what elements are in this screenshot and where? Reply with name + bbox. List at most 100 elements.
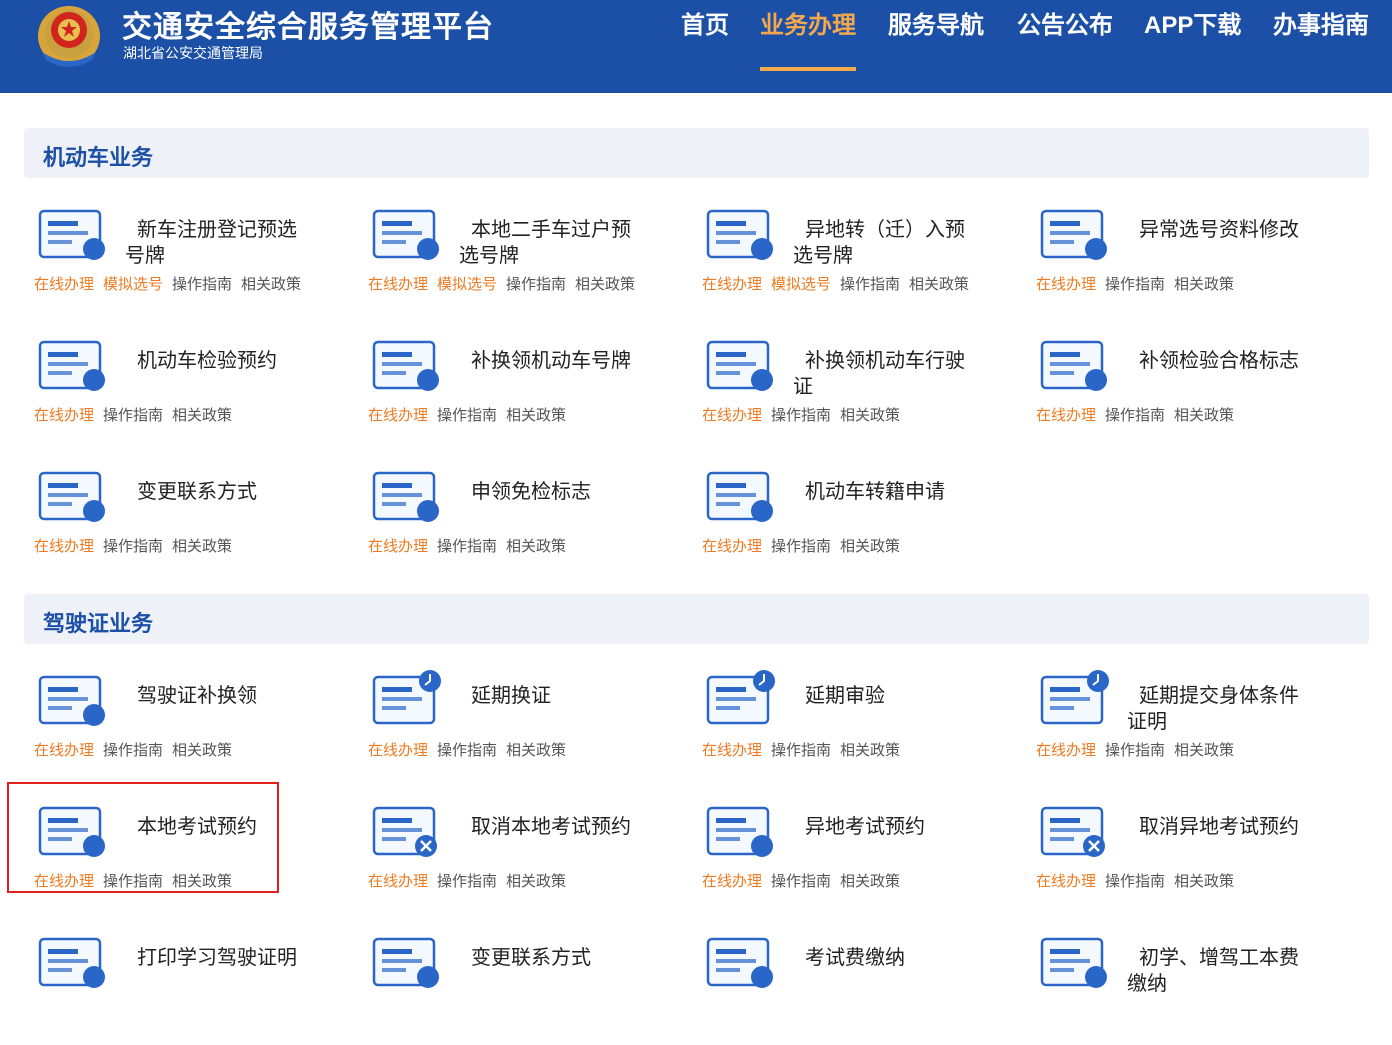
- operation-guide-link[interactable]: 操作指南: [437, 538, 497, 555]
- service-card[interactable]: 补领检验合格标志在线办理 操作指南 相关政策: [1036, 338, 1336, 448]
- related-policy-link[interactable]: 相关政策: [506, 538, 566, 555]
- simulate-select-link[interactable]: 模拟选号: [437, 276, 497, 293]
- online-handle-link[interactable]: 在线办理: [1036, 873, 1096, 890]
- service-card[interactable]: 异常选号资料修改在线办理 操作指南 相关政策: [1036, 207, 1336, 317]
- service-card-title[interactable]: 驾驶证补换领: [125, 683, 310, 709]
- related-policy-link[interactable]: 相关政策: [506, 742, 566, 759]
- service-card[interactable]: 补换领机动车行驶证在线办理 操作指南 相关政策: [702, 338, 1002, 448]
- operation-guide-link[interactable]: 操作指南: [437, 742, 497, 759]
- operation-guide-link[interactable]: 操作指南: [1105, 407, 1165, 424]
- online-handle-link[interactable]: 在线办理: [702, 407, 762, 424]
- service-card[interactable]: 取消异地考试预约在线办理 操作指南 相关政策: [1036, 804, 1336, 914]
- nav-home[interactable]: 首页: [681, 8, 729, 44]
- service-card-title[interactable]: 异地考试预约: [793, 814, 978, 840]
- service-card-title[interactable]: 考试费缴纳: [793, 945, 978, 971]
- online-handle-link[interactable]: 在线办理: [1036, 276, 1096, 293]
- operation-guide-link[interactable]: 操作指南: [506, 276, 566, 293]
- service-card-title[interactable]: 打印学习驾驶证明: [125, 945, 310, 971]
- online-handle-link[interactable]: 在线办理: [702, 742, 762, 759]
- service-card-title[interactable]: 取消本地考试预约: [459, 814, 644, 840]
- service-card[interactable]: 驾驶证补换领在线办理 操作指南 相关政策: [34, 673, 334, 783]
- related-policy-link[interactable]: 相关政策: [909, 276, 969, 293]
- service-card[interactable]: 延期提交身体条件证明在线办理 操作指南 相关政策: [1036, 670, 1336, 783]
- nav-business[interactable]: 业务办理: [760, 8, 856, 44]
- online-handle-link[interactable]: 在线办理: [34, 407, 94, 424]
- operation-guide-link[interactable]: 操作指南: [103, 538, 163, 555]
- related-policy-link[interactable]: 相关政策: [840, 407, 900, 424]
- service-card-title[interactable]: 取消异地考试预约: [1127, 814, 1312, 840]
- online-handle-link[interactable]: 在线办理: [368, 276, 428, 293]
- service-card-title[interactable]: 补领检验合格标志: [1127, 348, 1312, 374]
- operation-guide-link[interactable]: 操作指南: [103, 407, 163, 424]
- service-card[interactable]: 变更联系方式在线办理 操作指南 相关政策: [34, 469, 334, 579]
- related-policy-link[interactable]: 相关政策: [506, 873, 566, 890]
- service-card[interactable]: 申领免检标志在线办理 操作指南 相关政策: [368, 469, 668, 579]
- service-card-title[interactable]: 机动车转籍申请: [793, 479, 978, 505]
- related-policy-link[interactable]: 相关政策: [172, 742, 232, 759]
- service-card-title[interactable]: 变更联系方式: [125, 479, 310, 505]
- online-handle-link[interactable]: 在线办理: [34, 742, 94, 759]
- operation-guide-link[interactable]: 操作指南: [771, 407, 831, 424]
- related-policy-link[interactable]: 相关政策: [506, 407, 566, 424]
- related-policy-link[interactable]: 相关政策: [840, 873, 900, 890]
- related-policy-link[interactable]: 相关政策: [840, 538, 900, 555]
- service-card-title[interactable]: 补换领机动车号牌: [459, 348, 644, 374]
- service-card-title[interactable]: 异常选号资料修改: [1127, 217, 1312, 243]
- operation-guide-link[interactable]: 操作指南: [1105, 742, 1165, 759]
- service-card[interactable]: 本地二手车过户预选号牌在线办理 模拟选号 操作指南 相关政策: [368, 207, 668, 317]
- service-card-title[interactable]: 本地二手车过户预选号牌: [459, 217, 644, 269]
- operation-guide-link[interactable]: 操作指南: [1105, 873, 1165, 890]
- operation-guide-link[interactable]: 操作指南: [103, 742, 163, 759]
- service-card[interactable]: 新车注册登记预选号牌 在线办理 模拟选号 操作指南 相关政策: [34, 207, 334, 317]
- simulate-select-link[interactable]: 模拟选号: [771, 276, 831, 293]
- online-handle-link[interactable]: 在线办理: [1036, 742, 1096, 759]
- related-policy-link[interactable]: 相关政策: [1174, 873, 1234, 890]
- related-policy-link[interactable]: 相关政策: [172, 407, 232, 424]
- operation-guide-link[interactable]: 操作指南: [172, 276, 232, 293]
- service-card-title[interactable]: 新车注册登记预选号牌: [125, 217, 310, 269]
- operation-guide-link[interactable]: 操作指南: [771, 742, 831, 759]
- operation-guide-link[interactable]: 操作指南: [840, 276, 900, 293]
- service-card[interactable]: 延期换证 在线办理 操作指南 相关政策: [368, 670, 668, 783]
- service-card-title[interactable]: 延期换证: [459, 683, 644, 709]
- service-card-title[interactable]: 变更联系方式: [459, 945, 644, 971]
- service-card[interactable]: 异地考试预约在线办理 操作指南 相关政策: [702, 804, 1002, 914]
- online-handle-link[interactable]: 在线办理: [368, 407, 428, 424]
- service-card-title[interactable]: 机动车检验预约: [125, 348, 310, 374]
- nav-office-guide[interactable]: 办事指南: [1273, 8, 1369, 44]
- operation-guide-link[interactable]: 操作指南: [771, 873, 831, 890]
- operation-guide-link[interactable]: 操作指南: [437, 407, 497, 424]
- related-policy-link[interactable]: 相关政策: [1174, 276, 1234, 293]
- related-policy-link[interactable]: 相关政策: [172, 538, 232, 555]
- operation-guide-link[interactable]: 操作指南: [771, 538, 831, 555]
- online-handle-link[interactable]: 在线办理: [702, 873, 762, 890]
- online-handle-link[interactable]: 在线办理: [34, 538, 94, 555]
- related-policy-link[interactable]: 相关政策: [840, 742, 900, 759]
- service-card-title[interactable]: 异地转（迁）入预选号牌: [793, 217, 978, 269]
- service-card[interactable]: 初学、增驾工本费缴纳: [1036, 935, 1336, 1045]
- service-card-title[interactable]: 初学、增驾工本费缴纳: [1127, 945, 1312, 997]
- service-card[interactable]: 取消本地考试预约 在线办理 操作指南 相关政策: [368, 804, 668, 914]
- service-card[interactable]: 补换领机动车号牌在线办理 操作指南 相关政策: [368, 338, 668, 448]
- related-policy-link[interactable]: 相关政策: [1174, 407, 1234, 424]
- service-card-title[interactable]: 补换领机动车行驶证: [793, 348, 978, 400]
- service-card-title[interactable]: 延期审验: [793, 683, 978, 709]
- service-card-title[interactable]: 延期提交身体条件证明: [1127, 683, 1312, 735]
- online-handle-link[interactable]: 在线办理: [34, 276, 94, 293]
- service-card[interactable]: 考试费缴纳: [702, 935, 1002, 1045]
- service-card-title[interactable]: 申领免检标志: [459, 479, 644, 505]
- operation-guide-link[interactable]: 操作指南: [1105, 276, 1165, 293]
- nav-announcements[interactable]: 公告公布: [1017, 8, 1113, 44]
- service-card[interactable]: 打印学习驾驶证明: [34, 935, 334, 1045]
- nav-app-download[interactable]: APP下载: [1144, 8, 1241, 44]
- simulate-select-link[interactable]: 模拟选号: [103, 276, 163, 293]
- service-card[interactable]: 异地转（迁）入预选号牌 在线办理 模拟选号 操作指南 相关政策: [702, 207, 1002, 317]
- online-handle-link[interactable]: 在线办理: [1036, 407, 1096, 424]
- related-policy-link[interactable]: 相关政策: [1174, 742, 1234, 759]
- service-card[interactable]: 机动车检验预约在线办理 操作指南 相关政策: [34, 338, 334, 448]
- online-handle-link[interactable]: 在线办理: [702, 538, 762, 555]
- online-handle-link[interactable]: 在线办理: [368, 538, 428, 555]
- related-policy-link[interactable]: 相关政策: [575, 276, 635, 293]
- nav-service-guide[interactable]: 服务导航: [888, 8, 984, 44]
- service-card[interactable]: 延期审验在线办理 操作指南 相关政策: [702, 670, 1002, 783]
